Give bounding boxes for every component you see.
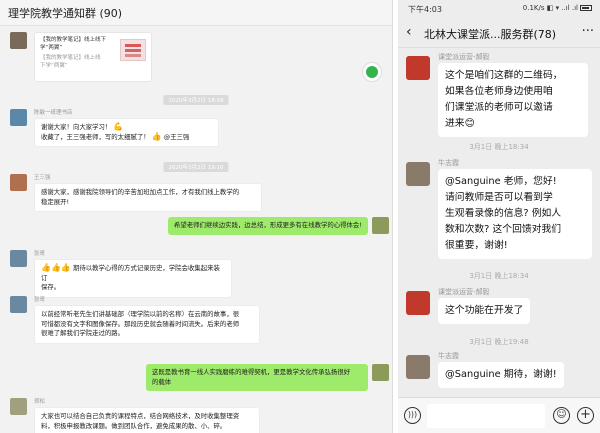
message-bubble[interactable]: 感谢大家，感谢我院领导们的辛苦加班加点工作，才有我们线上教学的 稳定展开!	[34, 183, 262, 213]
avatar[interactable]	[406, 162, 430, 186]
message-text: 以前经常听老先生们讲基础部（理学院以前的名称）在云南的故事，很	[41, 310, 240, 318]
message-text: 如果各位老师身边使用咱	[445, 86, 553, 97]
card-message: 【我的教学笔记】线上线下 学“两翼” 【我的教学笔记】线上线 下学“两翼”	[10, 32, 382, 84]
avatar[interactable]	[406, 355, 430, 379]
message-bubble[interactable]: @Sanguine 老师，您好! 请问教师是否可以看到学 生观看录像的信息? 例…	[438, 169, 592, 259]
message-text: 大家也可以结合自己负责的课程特点，结合网络技术，及时收集整理资	[41, 412, 240, 420]
sender-name: 牛志霞	[438, 159, 459, 167]
message: 牛志霞 @Sanguine 老师，您好! 请问教师是否可以看到学 生观看录像的信…	[406, 158, 592, 270]
message: 张哥 以前经常听老先生们讲基础部（理学院以前的名称）在云南的故事，很 可惜都没有…	[10, 296, 382, 344]
message-text: 谢谢大家！向大家学习！	[41, 123, 112, 131]
message-text: 感谢大家，感谢我院领导们的辛苦加班加点工作，才有我们线上教学的	[41, 188, 240, 196]
message-text: @Sanguine 期待，谢谢!	[445, 369, 557, 380]
avatar[interactable]	[10, 174, 27, 191]
battery-icon	[580, 5, 592, 11]
own-message-bubble[interactable]: 这既是教书育一线人实践磨练的难得契机，更是教学文化传承弘扬很好 的载体	[146, 364, 368, 392]
card-desc-line: 下学“两翼”	[40, 62, 68, 69]
network-indicator: 0.1K/s ◧ ▾ ..ıl .ıl	[522, 4, 578, 12]
status-icons: 0.1K/s ◧ ▾ ..ıl .ıl	[523, 4, 592, 12]
strong-arm-icon: 💪	[113, 122, 124, 131]
message-text: 收藏了，王三强老师，写的太细腻了！	[41, 132, 150, 141]
message-input[interactable]	[427, 404, 545, 428]
message-text: 这既是教书育一线人实践磨练的难得契机，更是教学文化传承弘扬很好	[152, 368, 351, 376]
own-message-bubble[interactable]: 希望老师们继续边实践，边总结，形成更多有在线教学的心得体会!	[168, 217, 368, 235]
sender-name: 陈敏一纸理书店	[34, 110, 73, 116]
avatar[interactable]	[10, 109, 27, 126]
sender-name: 课堂派运营-郝毅	[438, 288, 490, 296]
avatar[interactable]	[406, 291, 430, 315]
status-time: 下午4:03	[408, 5, 442, 14]
message-list[interactable]: 【我的教学笔记】线上线下 学“两翼” 【我的教学笔记】线上线 下学“两翼” 20…	[0, 26, 392, 433]
message-text: 数和次数? 这个回馈对我们	[445, 224, 562, 235]
sender-name: 张哥	[34, 251, 46, 257]
status-bar: 下午4:03 0.1K/s ◧ ▾ ..ıl .ıl	[398, 0, 600, 18]
timestamp: 3月1日 晚上18:34	[469, 143, 529, 151]
message-text: 请问教师是否可以看到学	[445, 192, 553, 203]
message-text: 这个功能在开发了	[445, 305, 524, 316]
article-card[interactable]: 【我的教学笔记】线上线下 学“两翼” 【我的教学笔记】线上线 下学“两翼”	[34, 32, 152, 82]
message-bubble[interactable]: 这个是咱们这群的二维码， 如果各位老师身边使用咱 们课堂派的老师可以邀请 进来😊	[438, 63, 588, 137]
message: 郑松 大家也可以结合自己负责的课程特点，结合网络技术，及时收集整理资 料，积极申…	[10, 398, 382, 433]
avatar[interactable]	[10, 296, 27, 313]
avatar[interactable]	[10, 250, 27, 267]
card-thumbnail	[120, 39, 146, 61]
sender-name: 王三强	[34, 175, 51, 181]
message: 课堂派运营-郝毅 这个功能在开发了	[406, 287, 592, 331]
message: 课堂派运营-郝毅 这个是咱们这群的二维码， 如果各位老师身边使用咱 们课堂派的老…	[406, 52, 592, 144]
timestamp: 2020年3月2日 18:58	[163, 95, 229, 105]
message-bubble[interactable]: 这个功能在开发了	[438, 298, 531, 324]
sender-name: 牛志霞	[438, 352, 459, 360]
message-bubble[interactable]: @Sanguine 期待，谢谢!	[438, 362, 564, 388]
message-bubble[interactable]: 以前经常听老先生们讲基础部（理学院以前的名称）在云南的故事，很 可惜都没有文字和…	[34, 305, 260, 344]
message-text: 进来😊	[445, 118, 475, 129]
message-text: 可惜都没有文字和图像保存。那段历史就会随着时间流失。后来的老师	[41, 319, 240, 328]
message-text: 稳定展开!	[41, 197, 70, 206]
sender-name: 张哥	[34, 297, 46, 303]
desktop-chat-window: 理学院教学通知群 (90) 【我的教学笔记】线上线下 学“两翼” 【我的教学笔记…	[0, 0, 393, 433]
back-arrow-icon[interactable]: ‹	[406, 24, 412, 40]
message: 牛志霞 @Sanguine 期待，谢谢!	[406, 351, 592, 395]
message-text: 希望老师们继续边实践，边总结，形成更多有在线教学的心得体会!	[174, 221, 362, 229]
message-text: 这个是咱们这群的二维码，	[445, 70, 563, 81]
own-avatar[interactable]	[372, 364, 389, 381]
input-bar: ))) ☺ +	[398, 397, 600, 433]
message-text: 很难了解我们学院走过的路。	[41, 329, 125, 338]
message-text: @Sanguine 老师，您好!	[445, 176, 557, 187]
message-bubble[interactable]: 👍👍👍 期待以教学心得的方式记录历史，学院会收集起来装订 保存。	[34, 259, 232, 298]
timestamp: 3月1日 晚上19:48	[469, 338, 529, 346]
message-text: 很重要，谢谢!	[445, 240, 508, 251]
message-text: 们课堂派的老师可以邀请	[445, 102, 553, 113]
more-dots-icon[interactable]: ···	[582, 24, 594, 39]
avatar[interactable]	[10, 398, 27, 415]
message-bubble[interactable]: 大家也可以结合自己负责的课程特点，结合网络技术，及时收集整理资 料，积极申报教改…	[34, 407, 260, 433]
timestamp: 3月1日 晚上18:34	[469, 272, 529, 280]
sender-name: 郑松	[34, 399, 46, 405]
group-title: 理学院教学通知群 (90)	[0, 0, 392, 26]
sender-name: 课堂派运营-郝毅	[438, 53, 490, 61]
mention-text: @王三强	[163, 132, 190, 141]
message-text: 的载体	[152, 377, 172, 386]
avatar[interactable]	[10, 32, 27, 49]
own-avatar[interactable]	[372, 217, 389, 234]
thumbs-up-icon: 👍👍👍	[41, 263, 71, 272]
message-text: 保存。	[41, 283, 61, 292]
message: 陈敏一纸理书店 谢谢大家！向大家学习！ 💪 收藏了，王三强老师，写的太细腻了！ …	[10, 109, 382, 155]
message-text: 生观看录像的信息? 例如人	[445, 208, 562, 219]
emoji-icon[interactable]: ☺	[553, 407, 570, 424]
message-bubble[interactable]: 谢谢大家！向大家学习！ 💪 收藏了，王三强老师，写的太细腻了！ 👍 @王三强	[34, 118, 219, 148]
voice-icon[interactable]: )))	[404, 407, 421, 424]
wifi-icon[interactable]	[362, 62, 382, 82]
chat-title: 北林大课堂派...服务群(78)	[424, 28, 557, 41]
chat-header: ‹ 北林大课堂派...服务群(78) ···	[398, 18, 600, 48]
plus-icon[interactable]: +	[577, 407, 594, 424]
phone-chat-screen: 下午4:03 0.1K/s ◧ ▾ ..ıl .ıl ‹ 北林大课堂派...服务…	[398, 0, 600, 433]
avatar[interactable]	[406, 56, 430, 80]
message-text: 料，积极申报教改课题。做到团队合作，避免成果的散、小、碎。	[41, 421, 227, 430]
thumbs-up-icon: 👍	[151, 131, 162, 141]
message: 王三强 感谢大家，感谢我院领导们的辛苦加班加点工作，才有我们线上教学的 稳定展开…	[10, 174, 382, 214]
timestamp: 2020年3月2日 19:10	[163, 162, 229, 172]
message: 张哥 👍👍👍 期待以教学心得的方式记录历史，学院会收集起来装订 保存。	[10, 250, 382, 298]
